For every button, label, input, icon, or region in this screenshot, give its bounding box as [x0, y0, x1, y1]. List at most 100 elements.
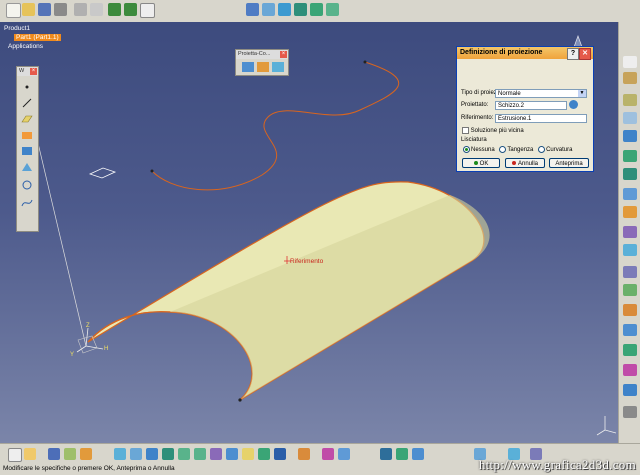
plane-icon[interactable] — [20, 113, 34, 125]
pan-icon[interactable] — [294, 3, 307, 16]
cut-icon[interactable] — [74, 3, 87, 16]
axis-system-icon[interactable] — [623, 406, 637, 418]
normal-view-icon[interactable] — [210, 448, 222, 460]
swap-space-icon[interactable] — [274, 448, 286, 460]
law-icon[interactable] — [623, 384, 637, 396]
zoom-out-icon[interactable] — [194, 448, 206, 460]
smoothing-none-radio[interactable]: Nessuna — [463, 146, 495, 153]
join-icon[interactable] — [623, 188, 637, 200]
tree-item-product[interactable]: Product1 — [4, 24, 61, 33]
layer-icon[interactable] — [396, 448, 408, 460]
rotate-icon[interactable] — [310, 3, 323, 16]
spline-icon[interactable] — [20, 197, 34, 209]
projected-field[interactable]: Schizzo.2 — [495, 101, 567, 110]
swap-icon[interactable] — [338, 448, 350, 460]
reflect-line-icon[interactable] — [272, 62, 284, 72]
radio-selected-icon — [463, 146, 470, 153]
wireframe-toolbar[interactable]: W × — [16, 66, 39, 232]
catalog-icon[interactable] — [24, 448, 36, 460]
affinity-icon[interactable] — [623, 344, 637, 356]
preview-button[interactable]: Anteprima — [549, 158, 589, 168]
whats-this-icon[interactable] — [140, 3, 155, 18]
curve-end-point — [363, 60, 367, 64]
reference-label: Riferimento: — [461, 115, 494, 121]
iso-view-icon[interactable] — [226, 448, 238, 460]
translate-icon[interactable] — [623, 266, 637, 278]
open-folder-icon[interactable] — [22, 3, 35, 16]
nearest-solution-checkbox[interactable] — [462, 127, 469, 134]
project-icon[interactable] — [242, 62, 254, 72]
pan-bottom-icon[interactable] — [146, 448, 158, 460]
projection-type-select[interactable]: Normale ▼ — [495, 89, 587, 98]
close-icon[interactable]: × — [280, 51, 287, 58]
ok-button[interactable]: OK — [462, 158, 500, 168]
projected-selector-icon[interactable] — [569, 100, 578, 109]
shading-icon[interactable] — [242, 448, 254, 460]
chevron-down-icon[interactable]: ▼ — [578, 90, 586, 97]
redo-icon[interactable] — [124, 3, 137, 16]
select-icon[interactable] — [623, 56, 637, 68]
circle-icon[interactable] — [20, 179, 34, 191]
fit-all-icon[interactable] — [278, 3, 291, 16]
table-icon[interactable] — [48, 448, 60, 460]
loft-icon[interactable] — [623, 168, 637, 180]
tree-item-part[interactable]: Part1 (Part1.1) — [4, 33, 61, 42]
projected-curve — [151, 61, 400, 191]
fly-icon[interactable] — [262, 3, 275, 16]
hide-icon[interactable] — [322, 448, 334, 460]
smoothing-curvature-radio[interactable]: Curvatura — [538, 146, 572, 153]
help-button[interactable]: ? — [567, 48, 579, 60]
status-message: Modificare le specifiche o premere OK, A… — [3, 465, 175, 472]
sketcher-icon[interactable] — [623, 72, 637, 84]
point-icon[interactable] — [20, 81, 34, 93]
lighting-icon[interactable] — [380, 448, 392, 460]
intersection-icon[interactable] — [20, 145, 34, 157]
new-file-icon[interactable] — [6, 3, 21, 18]
zoom-icon[interactable] — [326, 3, 339, 16]
projection-type-value: Normale — [498, 91, 521, 97]
sweep-icon[interactable] — [623, 130, 637, 142]
projection-toolbar-header[interactable]: Proietta-Co... × — [236, 50, 288, 59]
copy-icon[interactable] — [90, 3, 103, 16]
surface-label: Riferimento — [290, 258, 324, 265]
save-icon[interactable] — [38, 3, 51, 16]
smoothing-tangency-radio[interactable]: Tangenza — [499, 146, 533, 153]
projection-icon[interactable] — [20, 129, 34, 141]
fillet-icon[interactable] — [623, 244, 637, 256]
fly-mode-icon[interactable] — [114, 448, 126, 460]
fill-icon[interactable] — [623, 150, 637, 162]
cancel-button[interactable]: Annulla — [505, 158, 545, 168]
combine-icon[interactable] — [257, 62, 269, 72]
zoom-in-icon[interactable] — [178, 448, 190, 460]
close-button[interactable]: ✕ — [579, 48, 591, 60]
offset-curve-icon[interactable] — [20, 161, 34, 173]
tree-item-applications[interactable]: Applications — [4, 42, 61, 51]
rotate-bottom-icon[interactable] — [162, 448, 174, 460]
trim-icon[interactable] — [623, 226, 637, 238]
extrude-icon[interactable] — [623, 94, 637, 106]
split-icon[interactable] — [623, 206, 637, 218]
scale-icon[interactable] — [623, 324, 637, 336]
analysis-icon[interactable] — [80, 448, 92, 460]
formula-icon[interactable] — [8, 448, 22, 462]
multi-view-icon[interactable] — [298, 448, 310, 460]
dialog-titlebar[interactable]: Definizione di proiezione ? ✕ — [457, 47, 593, 60]
ok-label: OK — [479, 161, 489, 167]
extrapolate-icon[interactable] — [623, 364, 637, 376]
status-bar: Modificare le specifiche o premere OK, A… — [0, 458, 640, 475]
hide-show-icon[interactable] — [258, 448, 270, 460]
measure-icon[interactable] — [64, 448, 76, 460]
sketch-icon[interactable] — [246, 3, 259, 16]
close-icon[interactable]: × — [30, 68, 37, 75]
wireframe-toolbar-header[interactable]: W × — [17, 67, 38, 76]
rotate-feature-icon[interactable] — [623, 284, 637, 296]
symmetry-icon[interactable] — [623, 304, 637, 316]
line-icon[interactable] — [20, 97, 34, 109]
undo-icon[interactable] — [108, 3, 121, 16]
projection-toolbar[interactable]: Proietta-Co... × — [235, 49, 289, 76]
fit-all-bottom-icon[interactable] — [130, 448, 142, 460]
hybrid-shape-icon[interactable] — [412, 448, 424, 460]
print-icon[interactable] — [54, 3, 67, 16]
revolve-icon[interactable] — [623, 112, 637, 124]
reference-field[interactable]: Estrusione.1 — [495, 114, 587, 123]
